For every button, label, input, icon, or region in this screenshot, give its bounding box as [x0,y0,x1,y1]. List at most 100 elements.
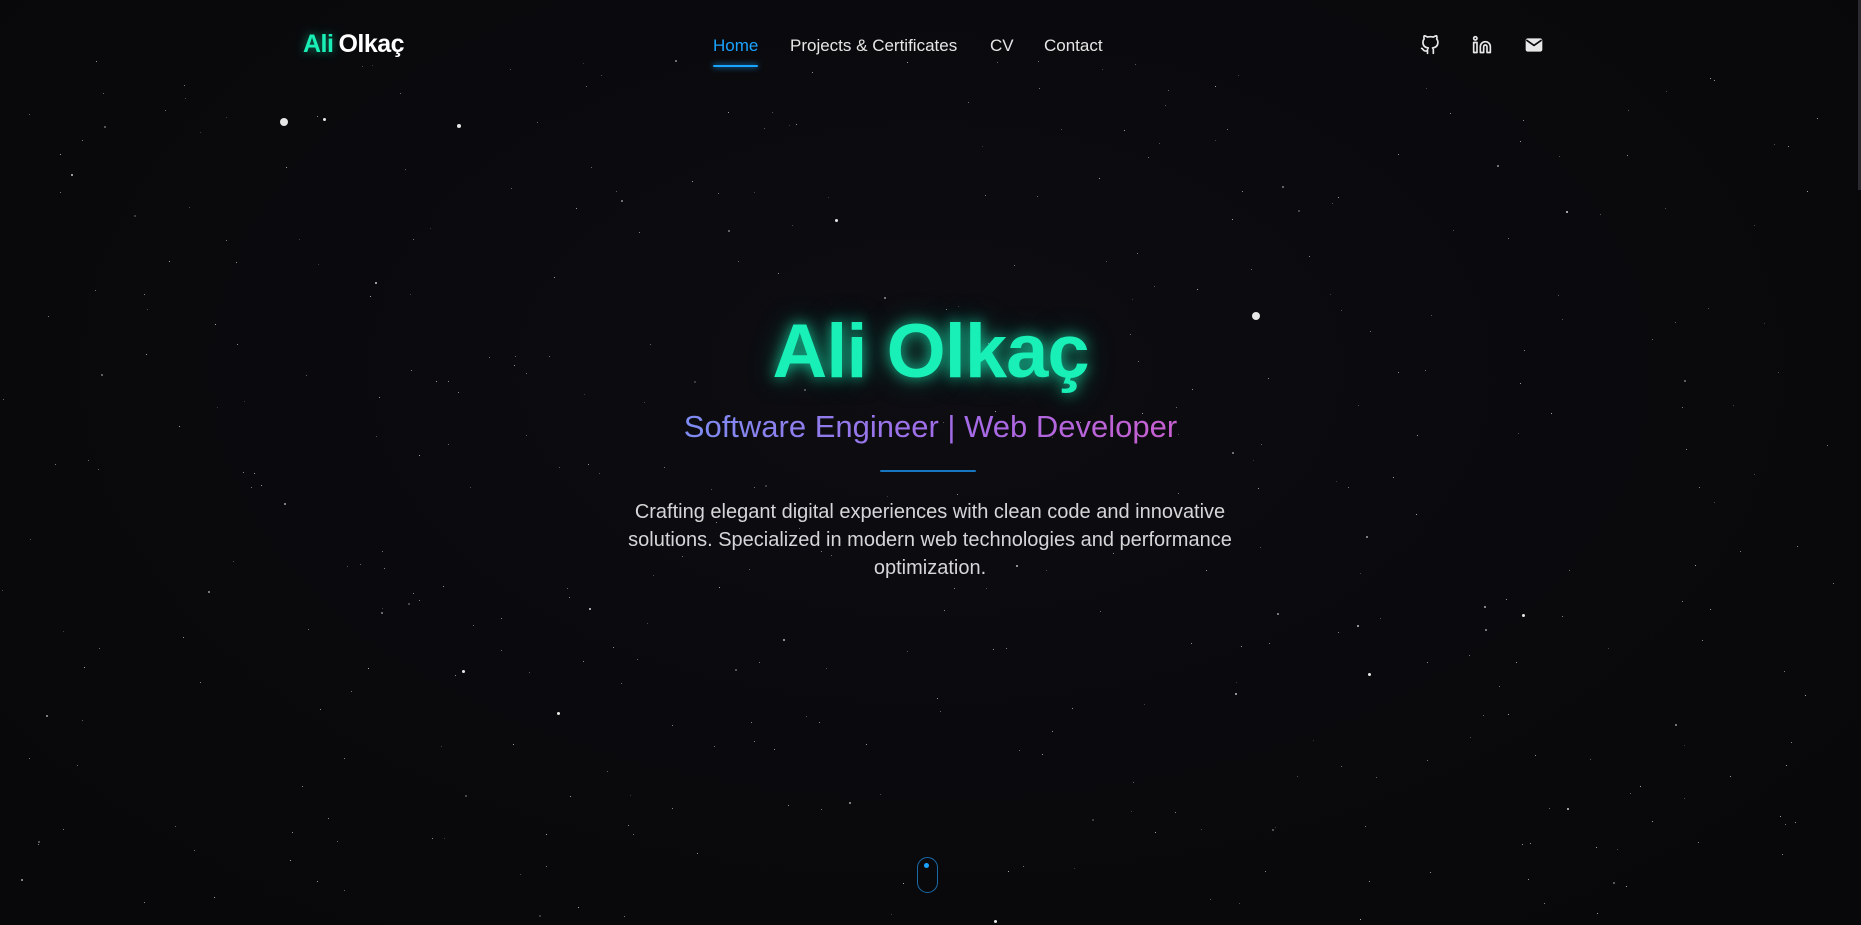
star [1485,629,1487,631]
nav-cv[interactable]: CV [990,36,1014,56]
star [337,841,338,842]
star [419,455,420,456]
nav-contact[interactable]: Contact [1044,36,1103,56]
star [413,593,414,594]
star [29,114,30,115]
star [254,473,255,474]
star [637,659,638,660]
star [1227,129,1228,130]
star [1275,827,1276,828]
star [302,786,303,787]
star [1398,154,1399,155]
star [317,116,318,117]
star [887,496,888,497]
star [1699,487,1700,488]
star [607,771,608,772]
star [624,916,625,917]
star [351,691,352,692]
star [1215,140,1216,141]
star [664,467,665,468]
star [1562,616,1563,617]
star [1061,129,1062,130]
star [1242,191,1243,192]
mouse-scroll-icon[interactable] [917,857,938,893]
star [1797,546,1798,547]
star [1626,886,1627,887]
star [735,669,737,671]
star [233,561,234,562]
bright-star [457,124,461,128]
star [714,746,715,747]
star [774,749,775,750]
star [589,608,591,610]
star [1453,230,1454,231]
nav-projects-certificates[interactable]: Projects & Certificates [790,36,957,56]
star [849,802,851,804]
star [1785,824,1786,825]
star [884,297,886,299]
star [194,850,195,851]
star [985,195,986,196]
star [63,631,64,632]
star [443,586,444,587]
star [1470,737,1471,738]
star [591,167,592,168]
nav-home[interactable]: Home [713,36,759,67]
star [189,207,190,208]
star [1675,724,1677,726]
star [570,796,571,797]
star [828,197,829,198]
star [1567,808,1569,810]
star [2,590,3,591]
star [751,722,752,723]
star [903,883,904,884]
star [1176,407,1177,408]
star [697,853,698,854]
star [1427,662,1428,663]
star [1074,868,1075,869]
star [1023,866,1024,867]
star [432,838,433,839]
star [3,399,4,400]
star [63,829,64,830]
site-logo[interactable]: Ali Olkaç [303,30,405,59]
star [1613,882,1615,884]
star [384,568,385,569]
star [1569,570,1570,571]
star [368,668,369,669]
star [569,597,570,598]
star [583,661,584,662]
star [1265,871,1266,872]
star [621,200,623,202]
star [1037,196,1038,197]
star [1791,742,1792,743]
star [1338,632,1339,633]
star [1008,871,1009,872]
star [1714,502,1715,503]
star [578,907,579,908]
star [728,112,729,113]
star [344,758,345,759]
star [46,715,48,717]
star [251,487,252,488]
star [1006,648,1007,649]
star [1106,261,1107,262]
star [539,915,541,917]
star [1558,295,1559,296]
linkedin-icon[interactable] [1472,35,1492,55]
star [1269,643,1270,644]
star [30,539,31,540]
github-icon[interactable] [1420,35,1440,55]
star [1332,203,1333,204]
star [344,890,345,891]
mail-icon[interactable] [1524,35,1544,55]
bright-star [1368,673,1371,676]
star [792,225,793,226]
star [728,230,730,232]
star [546,866,547,867]
star [1774,144,1775,145]
star [1833,583,1834,584]
star [1497,165,1499,167]
star [546,834,547,835]
star [1523,120,1524,121]
